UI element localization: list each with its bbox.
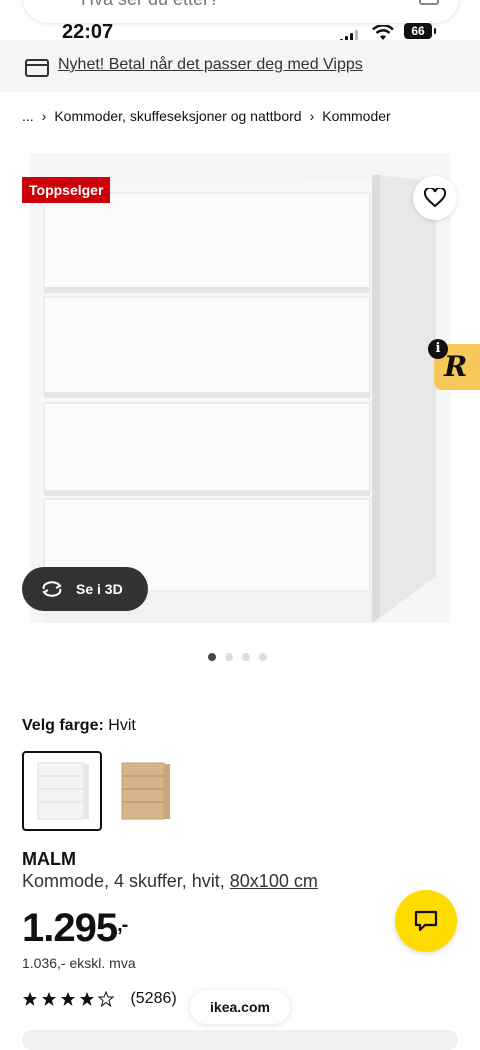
dresser-illustration [30,153,450,623]
banner-link[interactable]: Nyhet! Betal når det passer deg med Vipp… [58,56,363,74]
gallery-dot[interactable] [208,653,216,661]
r-logo-icon: R [444,350,468,383]
heart-icon [424,188,446,208]
product-type: Kommode, 4 skuffer, hvit, [22,871,225,891]
info-icon[interactable]: i [428,339,448,359]
product-image[interactable] [0,145,480,635]
product-rating[interactable]: (5286) [22,990,177,1008]
gallery-dot[interactable] [225,653,233,661]
breadcrumb-item[interactable]: Kommoder [322,108,390,124]
white-dresser-thumbnail [37,762,89,820]
price-ex-vat: 1.036,- ekskl. mva [22,955,136,971]
bottom-panel[interactable] [22,1030,458,1050]
card-icon [25,59,49,77]
gallery-dot[interactable] [259,653,267,661]
color-value: Hvit [108,717,136,734]
star-rating-icon [23,991,115,1007]
price-suffix: ,- [117,914,128,936]
favorite-button[interactable] [413,176,457,220]
chat-button[interactable] [395,890,457,952]
color-swatch-white[interactable] [22,751,102,831]
gallery-dot[interactable] [242,653,250,661]
product-price: 1.295,- [22,906,128,951]
color-swatch-oak[interactable] [108,753,184,829]
chat-icon [414,910,438,932]
product-dimensions-link[interactable]: 80x100 cm [230,871,318,891]
color-selection-label: Velg farge: Hvit [22,717,136,735]
url-bar[interactable]: ikea.com [190,990,290,1024]
search-input[interactable]: Hva ser du etter? [81,0,219,10]
breadcrumb-ellipsis[interactable]: ... [22,108,34,124]
color-label: Velg farge: [22,717,104,734]
topseller-badge: Toppselger [22,177,111,203]
breadcrumb-item[interactable]: Kommoder, skuffeseksjoner og nattbord [54,108,301,124]
vipps-banner[interactable]: Nyhet! Betal når det passer deg med Vipp… [0,40,480,92]
oak-dresser-thumbnail [121,762,170,820]
chevron-right-icon: › [309,108,315,124]
product-name: MALM [22,849,76,869]
view-3d-button[interactable]: Se i 3D [22,567,148,611]
battery-icon: 66 [404,23,436,39]
wifi-icon [372,25,394,40]
view-3d-label: Se i 3D [76,581,123,597]
product-description: Kommode, 4 skuffer, hvit, 80x100 cm [22,871,318,892]
price-main: 1.295 [22,906,118,950]
breadcrumb: ... › Kommoder, skuffeseksjoner og nattbor… [22,108,391,124]
rotate-3d-icon [42,581,62,597]
chevron-right-icon: › [41,108,47,124]
camera-icon[interactable] [419,0,439,5]
gallery-dots [208,648,276,666]
review-count[interactable]: (5286) [130,990,176,1007]
